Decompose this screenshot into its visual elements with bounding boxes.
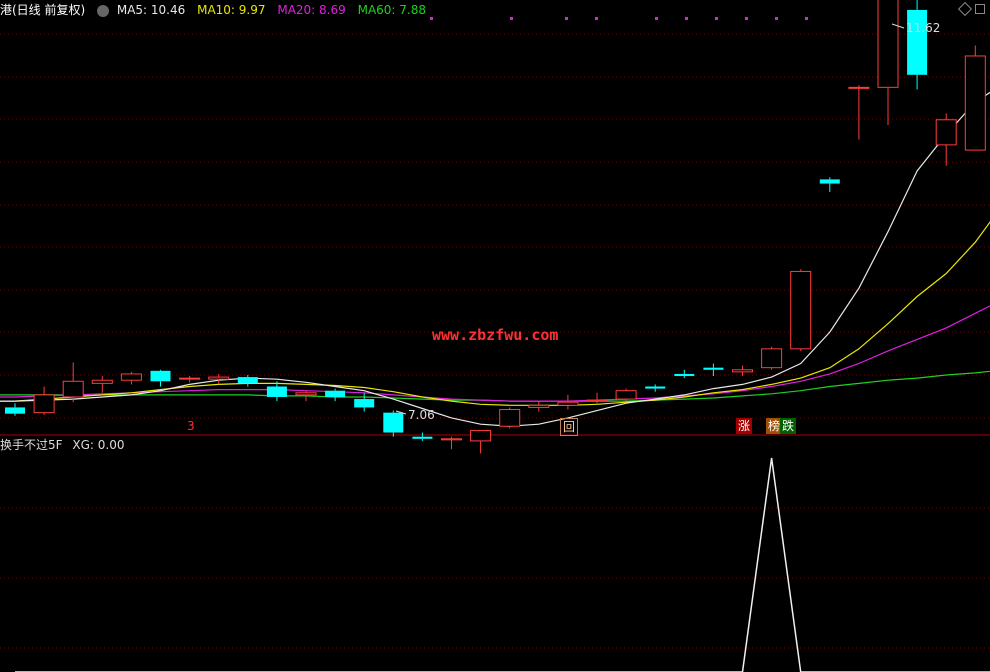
candle-body <box>266 386 287 397</box>
candle-14 <box>412 432 433 441</box>
candle-2 <box>62 362 84 403</box>
marker-3 <box>595 17 598 20</box>
indicator-name: 换手不过5F <box>0 438 63 452</box>
candle-body <box>848 86 870 89</box>
candle-6 <box>179 376 201 383</box>
candle-15 <box>441 436 462 450</box>
square-icon[interactable] <box>975 4 985 14</box>
candle-12 <box>354 392 375 412</box>
candle-body <box>62 380 84 398</box>
marker-9 <box>805 17 808 20</box>
header: 港(日线 前复权) MA5: 10.46 MA10: 9.97 MA20: 8.… <box>0 0 434 20</box>
candle-body <box>354 399 375 408</box>
tag-2: 回 <box>560 418 579 436</box>
ma5-label: MA5: 10.46 <box>116 3 186 17</box>
candle-body <box>295 392 317 396</box>
candle-4 <box>120 371 142 385</box>
candle-body <box>528 404 550 408</box>
candle-1 <box>33 386 55 415</box>
candle-11 <box>325 388 346 402</box>
marker-5 <box>685 17 688 20</box>
candle-26 <box>761 346 783 370</box>
candle-body <box>5 407 25 414</box>
tag-3: 涨 <box>736 418 753 434</box>
tag-5: 跌 <box>780 418 797 434</box>
candle-body <box>383 412 404 433</box>
candle-body <box>499 409 521 427</box>
candle-3 <box>91 376 113 393</box>
candle-body <box>470 429 492 442</box>
candle-body <box>615 390 637 400</box>
candle-23 <box>674 369 695 379</box>
candle-body <box>179 377 201 380</box>
candle-body <box>732 369 753 373</box>
candle-body <box>120 373 142 381</box>
candle-body <box>703 367 724 370</box>
marker-2 <box>565 17 568 20</box>
candle-body <box>935 119 957 146</box>
candle-body <box>586 399 608 402</box>
candle-17 <box>499 407 521 429</box>
high-price-label: 11.62 <box>906 21 940 35</box>
candle-body <box>441 438 462 441</box>
marker-1 <box>510 17 513 20</box>
candle-body <box>33 394 55 414</box>
candle-body <box>557 401 579 406</box>
candle-body <box>237 377 258 384</box>
ma60-line <box>0 370 990 402</box>
xg-line <box>15 457 990 672</box>
candle-body <box>964 55 986 151</box>
candle-body <box>819 179 840 184</box>
candle-7 <box>208 373 230 385</box>
ma10-line <box>0 221 990 406</box>
candle-32 <box>935 113 957 166</box>
ma10-label: MA10: 9.97 <box>197 3 266 17</box>
candle-19 <box>557 394 579 410</box>
ma20-label: MA20: 8.69 <box>277 3 346 17</box>
candle-5 <box>150 369 171 387</box>
candle-27 <box>790 269 812 351</box>
marker-4 <box>655 17 658 20</box>
candle-body <box>645 386 666 389</box>
candle-21 <box>615 388 637 402</box>
candle-8 <box>237 374 258 387</box>
candle-13 <box>383 410 404 437</box>
candle-22 <box>645 384 666 392</box>
candle-16 <box>470 429 492 454</box>
settings-icon[interactable] <box>97 4 110 17</box>
candle-body <box>761 348 783 369</box>
ma60-label: MA60: 7.88 <box>357 3 427 17</box>
indicator-panel <box>15 457 990 672</box>
candle-body <box>91 379 113 384</box>
low-price-label: 7.06 <box>408 408 435 422</box>
candle-20 <box>586 392 608 405</box>
candle-body <box>412 436 433 439</box>
candle-body <box>907 9 928 75</box>
watermark: www.zbzfwu.com <box>432 326 559 344</box>
candle-18 <box>528 401 550 412</box>
marker-8 <box>775 17 778 20</box>
marker-7 <box>745 17 748 20</box>
candle-0 <box>5 403 25 416</box>
indicator-value: XG: 0.00 <box>72 438 125 452</box>
candle-31 <box>907 0 928 90</box>
marker-6 <box>715 17 718 20</box>
candle-25 <box>732 365 753 377</box>
candle-body <box>877 0 899 88</box>
sub-header: 换手不过5F XG: 0.00 <box>0 436 130 454</box>
candle-body <box>790 270 812 350</box>
candle-29 <box>848 85 870 140</box>
candle-28 <box>819 177 840 192</box>
candle-body <box>208 376 230 380</box>
price-labels: 11.62 7.06 <box>395 21 940 422</box>
candle-body <box>150 370 171 382</box>
candle-body <box>674 373 695 377</box>
tag-1: 3 <box>187 419 195 433</box>
candle-30 <box>877 0 899 125</box>
candle-24 <box>703 363 724 377</box>
candle-33 <box>964 45 986 151</box>
candle-body <box>325 390 346 397</box>
chart-title: 港(日线 前复权) <box>0 3 86 17</box>
candle-9 <box>266 381 287 402</box>
